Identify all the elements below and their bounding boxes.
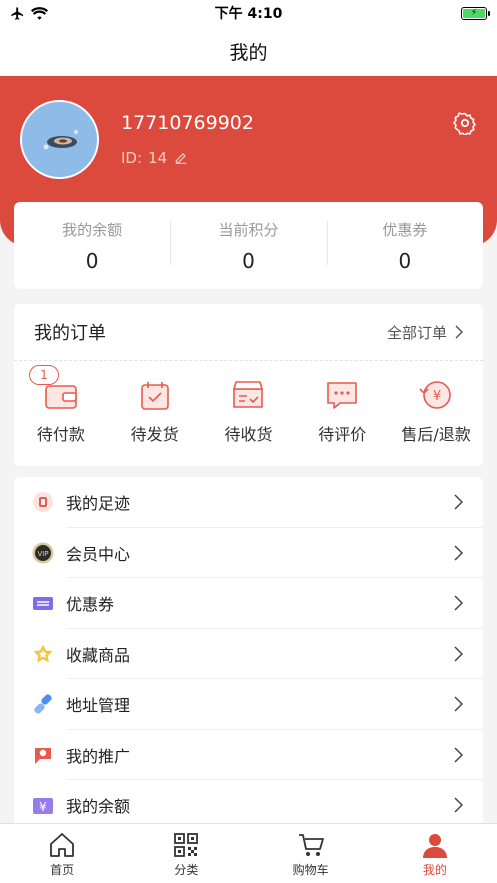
menu-item-label: 我的余额 xyxy=(66,797,131,817)
stats-card: 我的余额 0 当前积分 0 优惠券 0 xyxy=(14,202,483,289)
chevron-right-icon xyxy=(454,494,463,510)
order-status-label: 待发货 xyxy=(130,425,179,444)
wifi-icon xyxy=(31,6,48,20)
tab-bar: 首页 分类 购物车 我的 xyxy=(0,823,497,883)
footprint-icon xyxy=(33,492,53,513)
menu-item-label: 我的推广 xyxy=(66,746,131,766)
status-left xyxy=(10,6,48,21)
refund-icon: ¥ xyxy=(419,381,451,409)
menu-item-address[interactable]: 地址管理 xyxy=(14,679,483,730)
tab-label: 首页 xyxy=(50,863,75,877)
tab-label: 分类 xyxy=(174,863,199,877)
page-title: 我的 xyxy=(229,41,268,64)
coupon-icon xyxy=(33,597,53,611)
status-bar: 下午 4:10 ⚡ xyxy=(0,0,497,26)
order-pending-review[interactable]: 待评价 xyxy=(296,377,388,445)
order-pending-payment[interactable]: 1 待付款 xyxy=(15,365,107,445)
box-icon xyxy=(233,381,264,408)
menu-item-balance[interactable]: ¥ 我的余额 xyxy=(14,780,483,823)
menu-item-label: 我的足迹 xyxy=(66,494,131,514)
stat-coupons[interactable]: 优惠券 0 xyxy=(326,219,483,273)
order-after-sales[interactable]: ¥ 售后/退款 xyxy=(390,377,482,445)
orders-card: 我的订单 全部订单 1 待付款 待发货 待收货 待评价 ¥ 售后/退款 xyxy=(14,304,483,466)
tab-label: 购物车 xyxy=(292,863,329,877)
tab-home[interactable]: 首页 xyxy=(0,824,124,883)
user-phone: 17710769902 xyxy=(121,112,254,134)
menu-item-label: 会员中心 xyxy=(66,544,131,564)
chevron-right-icon xyxy=(454,696,463,712)
balance-icon: ¥ xyxy=(33,798,53,815)
promotion-icon xyxy=(35,747,51,764)
menu-item-footprint[interactable]: 我的足迹 xyxy=(14,477,483,528)
battery-icon: ⚡ xyxy=(461,6,490,20)
star-icon xyxy=(33,644,53,663)
order-pending-receipt[interactable]: 待收货 xyxy=(202,377,294,445)
battery-fill: ⚡ xyxy=(463,8,485,18)
avatar-image-icon xyxy=(43,129,78,149)
chevron-right-icon xyxy=(454,545,463,561)
pending-payment-badge: 1 xyxy=(28,365,59,385)
order-status-label: 待评价 xyxy=(318,425,367,444)
stat-value: 0 xyxy=(85,248,99,273)
cart-icon xyxy=(298,834,324,856)
tab-label: 我的 xyxy=(422,863,447,877)
menu-item-favorites[interactable]: 收藏商品 xyxy=(14,629,483,680)
stat-balance[interactable]: 我的余额 0 xyxy=(14,219,170,273)
user-id-row: ID: 14 xyxy=(121,149,189,167)
airplane-icon xyxy=(11,6,24,20)
order-status-label: 待付款 xyxy=(36,425,85,444)
user-id-value: 14 xyxy=(148,149,168,167)
link-icon xyxy=(34,694,52,714)
stat-label: 优惠券 xyxy=(382,220,428,239)
avatar[interactable] xyxy=(20,100,99,179)
chevron-right-icon xyxy=(455,325,463,339)
user-id-label: ID: xyxy=(121,149,143,167)
menu-list: 我的足迹 VIP 会员中心 优惠券 收藏商品 地址管理 我的推广 ¥ 我的余额 xyxy=(14,477,483,823)
chevron-right-icon xyxy=(454,797,463,813)
tab-mine[interactable]: 我的 xyxy=(373,824,497,883)
menu-item-label: 收藏商品 xyxy=(66,645,131,665)
all-orders-label: 全部订单 xyxy=(386,323,447,342)
menu-item-label: 优惠券 xyxy=(66,595,115,615)
settings-gear-icon[interactable] xyxy=(453,111,477,135)
tab-cart[interactable]: 购物车 xyxy=(249,824,373,883)
stat-value: 0 xyxy=(242,248,255,273)
menu-item-label: 地址管理 xyxy=(66,696,131,716)
stat-label: 当前积分 xyxy=(218,220,279,239)
svg-text:VIP: VIP xyxy=(37,550,48,558)
qrcode-icon xyxy=(174,833,199,857)
calendar-check-icon xyxy=(140,382,169,410)
edit-icon[interactable] xyxy=(173,150,189,166)
stat-points[interactable]: 当前积分 0 xyxy=(170,219,326,273)
all-orders-link[interactable]: 全部订单 xyxy=(387,322,463,343)
menu-item-promotion[interactable]: 我的推广 xyxy=(14,730,483,781)
order-pending-shipment[interactable]: 待发货 xyxy=(109,377,201,445)
order-status-label: 售后/退款 xyxy=(401,425,471,444)
chevron-right-icon xyxy=(454,595,463,611)
order-status-row: 1 待付款 待发货 待收货 待评价 ¥ 售后/退款 xyxy=(14,361,483,445)
stat-value: 0 xyxy=(398,248,412,273)
menu-item-member-center[interactable]: VIP 会员中心 xyxy=(14,528,483,579)
chevron-right-icon xyxy=(454,646,463,662)
comment-icon xyxy=(327,382,358,409)
order-status-label: 待收货 xyxy=(224,425,273,444)
chevron-right-icon xyxy=(454,747,463,763)
status-time: 下午 4:10 xyxy=(214,6,283,22)
vip-icon: VIP xyxy=(32,542,54,564)
home-icon xyxy=(50,833,75,857)
svg-text:¥: ¥ xyxy=(433,389,441,404)
user-icon xyxy=(422,834,447,858)
nav-bar: 我的 xyxy=(0,26,497,76)
svg-text:¥: ¥ xyxy=(39,800,47,814)
tab-category[interactable]: 分类 xyxy=(124,824,248,883)
stat-label: 我的余额 xyxy=(62,220,123,239)
orders-header: 我的订单 全部订单 xyxy=(14,304,483,361)
menu-item-coupons[interactable]: 优惠券 xyxy=(14,578,483,629)
orders-title: 我的订单 xyxy=(34,323,106,344)
